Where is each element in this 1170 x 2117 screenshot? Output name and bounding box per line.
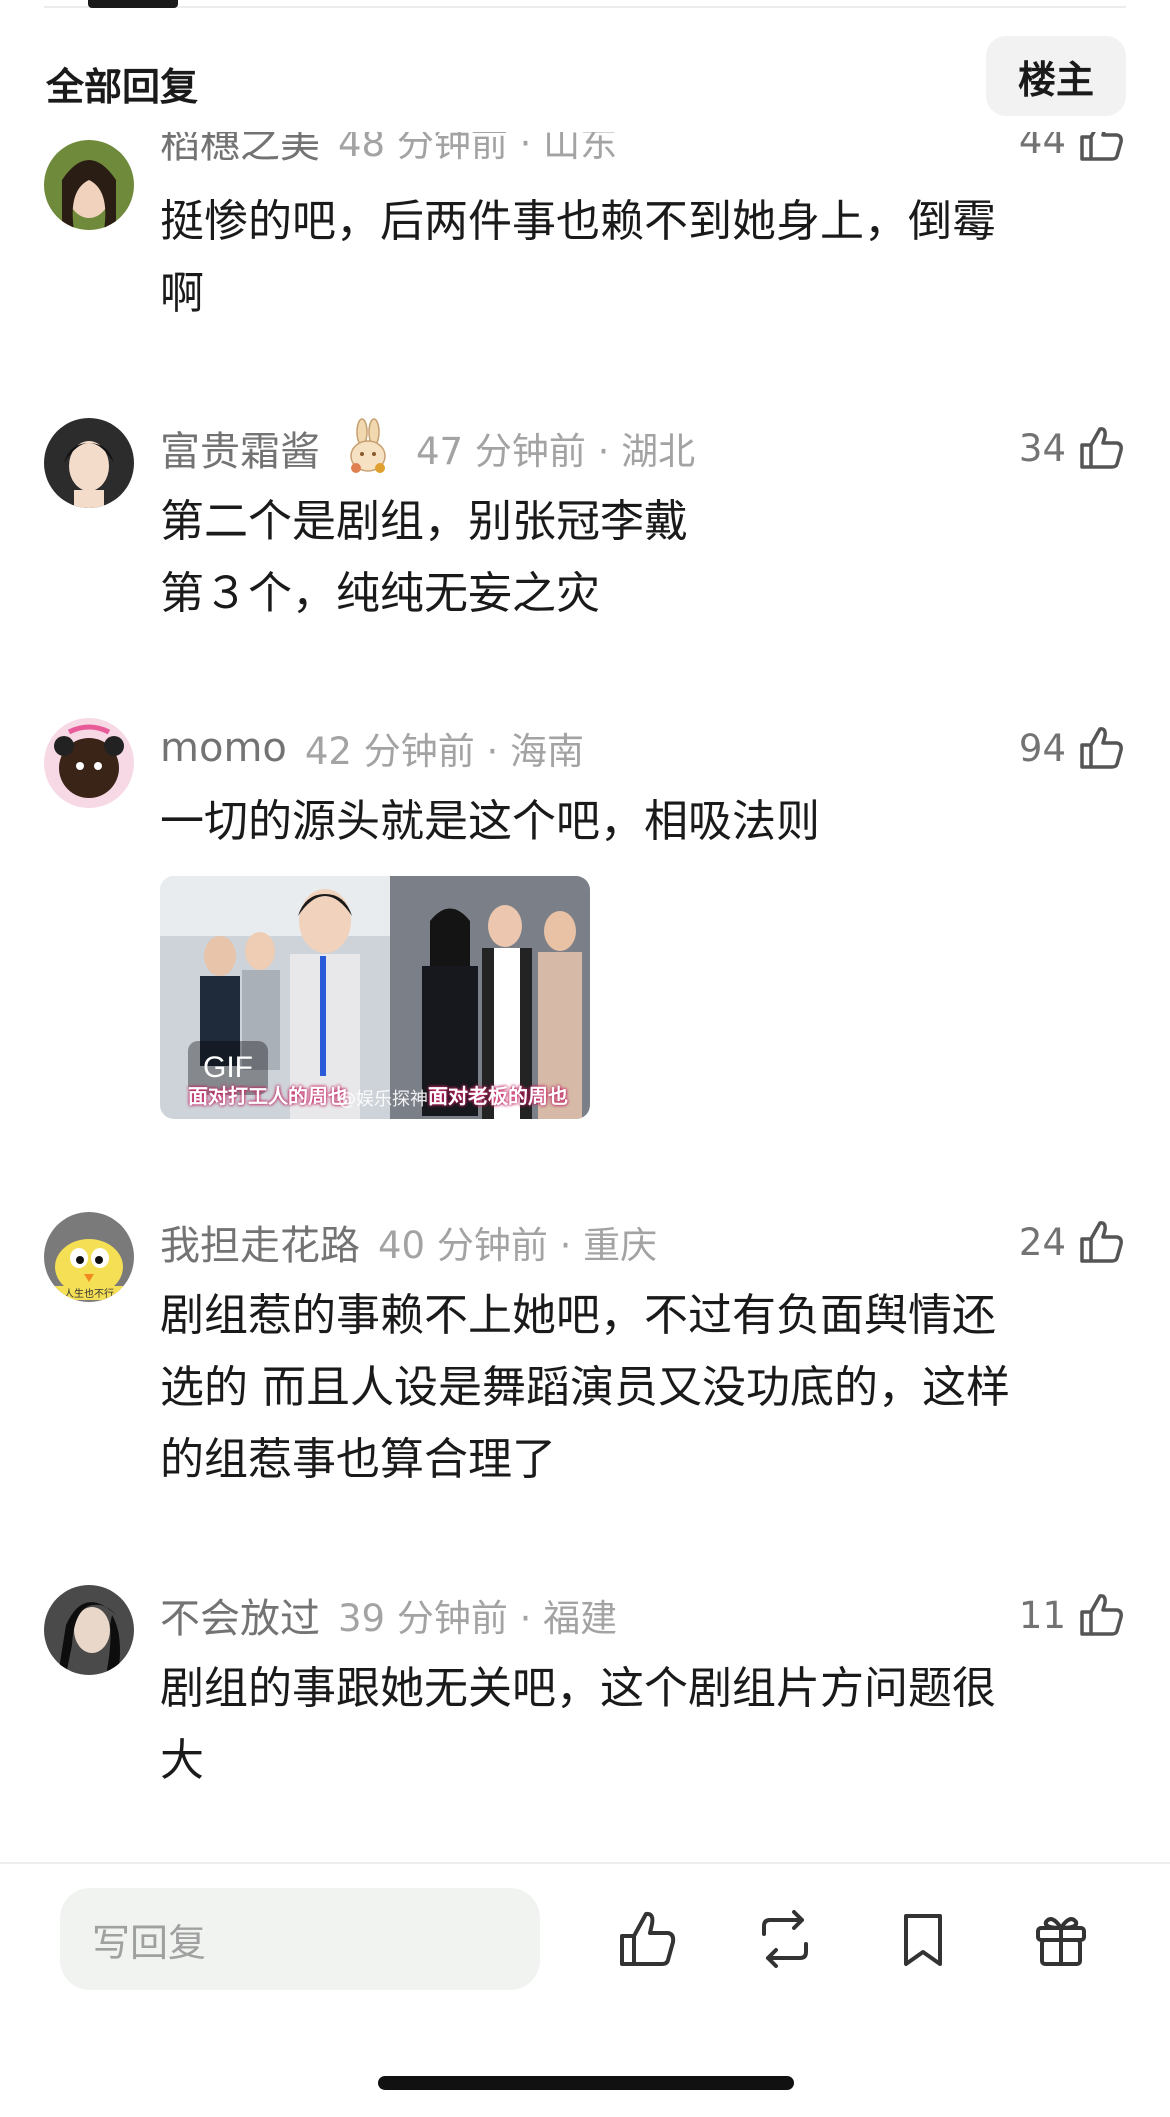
- comment-text: 挺惨的吧，后两件事也赖不到她身上，倒霉 啊: [160, 196, 996, 319]
- thumbs-up-icon: [1080, 727, 1123, 769]
- like-button[interactable]: 94: [1019, 718, 1126, 778]
- comment-meta: 富贵霜酱 47 分钟前 · 湖北: [160, 418, 695, 478]
- username[interactable]: 富贵霜酱: [160, 419, 320, 477]
- avatar[interactable]: [44, 140, 134, 230]
- timestamp-location: 42 分钟前 · 海南: [304, 730, 585, 773]
- bookmark-icon[interactable]: [890, 1906, 956, 1972]
- rabbit-badge-icon: [350, 418, 386, 473]
- username[interactable]: 我担走花路: [160, 1213, 360, 1271]
- timestamp-location: 39 分钟前 · 福建: [338, 1597, 618, 1640]
- comment-meta: 我担走花路 40 分钟前 · 重庆: [160, 1212, 657, 1272]
- timestamp-location: 40 分钟前 · 重庆: [378, 1224, 658, 1267]
- like-button[interactable]: 11: [1019, 1585, 1126, 1645]
- gif-caption-left: 面对打工人的周也: [188, 1084, 348, 1108]
- comment-text: 剧组的事跟她无关吧，这个剧组片方问题很 大: [160, 1663, 996, 1786]
- thumbs-up-icon: [1080, 1221, 1123, 1263]
- like-icon[interactable]: [614, 1906, 680, 1972]
- reply-header: 全部回复 楼主: [0, 36, 1170, 152]
- thumbs-up-icon: [1080, 427, 1123, 469]
- avatar[interactable]: [44, 418, 134, 508]
- comment-text: 一切的源头就是这个吧，相吸法则: [160, 796, 820, 847]
- avatar[interactable]: [44, 718, 134, 808]
- comment-meta: 不会放过 39 分钟前 · 福建: [160, 1585, 617, 1645]
- comment-meta: momo 42 分钟前 · 海南: [160, 718, 584, 778]
- like-count: 11: [1018, 1593, 1066, 1637]
- timestamp-location: 47 分钟前 · 湖北: [416, 430, 696, 473]
- reply-feed[interactable]: 稻穗之美 48 分钟前 · 山东 44 挺惨的吧，后两件事也赖不到她身上，倒霉 …: [0, 0, 1170, 1860]
- username[interactable]: momo: [160, 725, 287, 771]
- like-button[interactable]: 34: [1019, 418, 1126, 478]
- username[interactable]: 不会放过: [160, 1586, 320, 1644]
- avatar-text: 人生也不行: [64, 1287, 114, 1300]
- reply-input[interactable]: 写回复: [60, 1888, 540, 1990]
- page-title: 全部回复: [46, 65, 199, 109]
- repost-icon[interactable]: [752, 1906, 818, 1972]
- like-count: 34: [1018, 426, 1066, 470]
- avatar[interactable]: 人生也不行: [44, 1212, 134, 1302]
- thumbs-up-icon: [1080, 1594, 1123, 1636]
- op-only-button[interactable]: 楼主: [986, 36, 1126, 116]
- gif-caption-right: 面对老板的周也: [428, 1084, 568, 1108]
- like-button[interactable]: 24: [1019, 1212, 1126, 1272]
- like-count: 94: [1018, 726, 1066, 770]
- avatar[interactable]: [44, 1585, 134, 1675]
- gift-icon[interactable]: [1028, 1906, 1094, 1972]
- gif-watermark: @娱乐探神: [338, 1089, 428, 1110]
- home-indicator[interactable]: [378, 2076, 794, 2090]
- gif-attachment[interactable]: GIF 面对打工人的周也 @娱乐探神 面对老板的周也: [160, 876, 590, 1119]
- like-count: 24: [1018, 1220, 1066, 1264]
- comment-text: 第二个是剧组，别张冠李戴 第３个，纯纯无妄之灾: [160, 496, 688, 619]
- comment-text: 剧组惹的事赖不上她吧，不过有负面舆情还 选的 而且人设是舞蹈演员又没功底的，这样…: [160, 1290, 1010, 1485]
